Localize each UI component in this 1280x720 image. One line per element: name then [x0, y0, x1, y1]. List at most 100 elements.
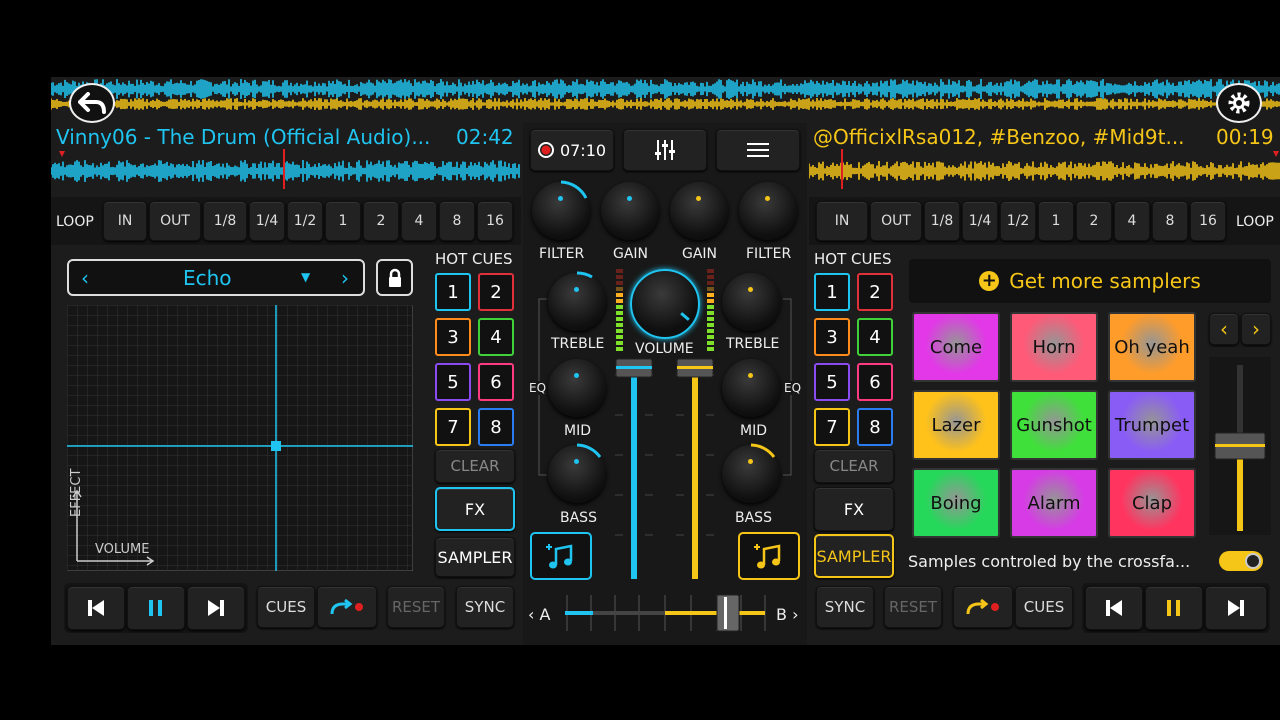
deck-b-hot-cue-5[interactable]: 5 — [814, 363, 850, 401]
deck-a-skip-back-button[interactable] — [67, 586, 125, 630]
sampler-prev-button[interactable]: ‹ — [1209, 313, 1239, 345]
deck-a-fx-button[interactable]: FX — [435, 487, 515, 531]
deck-a-loop-OUT-button[interactable]: OUT — [149, 201, 201, 241]
deck-a-loop-IN-button[interactable]: IN — [103, 201, 147, 241]
mid-b-knob[interactable] — [722, 359, 780, 417]
deck-a-loop-4-button[interactable]: 4 — [401, 201, 437, 241]
crossfader-control-toggle[interactable] — [1219, 551, 1263, 571]
deck-b-sync-button[interactable]: SYNC — [816, 586, 874, 628]
back-arrow-icon — [78, 92, 106, 114]
crossfader[interactable] — [561, 591, 771, 635]
deck-a-reset-button[interactable]: RESET — [387, 586, 445, 628]
filter-b-knob[interactable] — [739, 182, 797, 240]
master-volume-knob[interactable] — [630, 269, 700, 339]
filter-a-knob[interactable] — [532, 180, 590, 240]
deck-a-hot-cue-7[interactable]: 7 — [435, 408, 471, 446]
sampler-volume-slider[interactable] — [1209, 357, 1271, 535]
deck-b-fx-button[interactable]: FX — [814, 487, 894, 531]
bass-a-knob[interactable] — [548, 443, 606, 503]
chevron-left-icon[interactable]: ‹ — [81, 266, 89, 290]
sample-pad-horn[interactable]: Horn — [1010, 312, 1098, 382]
deck-a-hot-cue-8[interactable]: 8 — [478, 408, 514, 446]
chevron-right-icon[interactable]: › — [341, 266, 349, 290]
effect-lock-button[interactable] — [376, 259, 413, 296]
deck-a-hot-cue-4[interactable]: 4 — [478, 318, 514, 356]
gain-b-knob[interactable] — [670, 182, 728, 240]
deck-b-loop-8-button[interactable]: 8 — [1152, 201, 1188, 241]
treble-a-knob[interactable] — [548, 271, 606, 331]
deck-b-loop-1-4-button[interactable]: 1/4 — [962, 201, 998, 241]
settings-button[interactable] — [1216, 83, 1262, 123]
bass-b-knob[interactable] — [722, 443, 780, 503]
get-more-samplers-button[interactable]: + Get more samplers — [909, 259, 1271, 303]
deck-a-hot-cue-1[interactable]: 1 — [435, 273, 471, 311]
deck-a-hot-cue-3[interactable]: 3 — [435, 318, 471, 356]
deck-a-waveform[interactable] — [51, 149, 521, 189]
deck-b-loop-1-2-button[interactable]: 1/2 — [1000, 201, 1036, 241]
effect-selector[interactable]: ‹ Echo ▼ › — [67, 259, 365, 296]
gain-a-knob[interactable] — [601, 182, 659, 240]
deck-b-loop-4-button[interactable]: 4 — [1114, 201, 1150, 241]
deck-b-loop-2-button[interactable]: 2 — [1076, 201, 1112, 241]
deck-b-hot-cue-6[interactable]: 6 — [857, 363, 893, 401]
deck-a-loop-1-button[interactable]: 1 — [325, 201, 361, 241]
deck-b-waveform[interactable] — [809, 149, 1280, 189]
deck-b-sample-button[interactable] — [738, 532, 800, 580]
deck-b-hot-cue-4[interactable]: 4 — [857, 318, 893, 356]
deck-a-loop-8-button[interactable]: 8 — [439, 201, 475, 241]
sample-pad-boing[interactable]: Boing — [912, 468, 1000, 538]
sample-pad-lazer[interactable]: Lazer — [912, 390, 1000, 460]
deck-a-sampler-button[interactable]: SAMPLER — [435, 537, 515, 577]
deck-a-loop-1-8-button[interactable]: 1/8 — [203, 201, 247, 241]
deck-b-sampler-button[interactable]: SAMPLER — [814, 534, 894, 578]
sample-pad-alarm[interactable]: Alarm — [1010, 468, 1098, 538]
deck-a-loop-1-2-button[interactable]: 1/2 — [287, 201, 323, 241]
sampler-next-button[interactable]: › — [1241, 313, 1271, 345]
sample-pad-clap[interactable]: Clap — [1108, 468, 1196, 538]
overview-waveform[interactable] — [51, 77, 1280, 123]
treble-b-knob[interactable] — [722, 273, 780, 331]
deck-a-loop-record-button[interactable] — [317, 586, 377, 628]
sample-pad-trumpet[interactable]: Trumpet — [1108, 390, 1196, 460]
deck-a-loop-1-4-button[interactable]: 1/4 — [249, 201, 285, 241]
menu-button[interactable] — [716, 129, 800, 171]
deck-b-hot-cue-7[interactable]: 7 — [814, 408, 850, 446]
deck-a-sync-button[interactable]: SYNC — [456, 586, 514, 628]
deck-a-loop-2-button[interactable]: 2 — [363, 201, 399, 241]
deck-b-hot-cue-1[interactable]: 1 — [814, 273, 850, 311]
deck-a-pause-button[interactable] — [127, 586, 185, 630]
deck-b-loop-1-8-button[interactable]: 1/8 — [924, 201, 960, 241]
deck-b-hot-cue-8[interactable]: 8 — [857, 408, 893, 446]
deck-a-hot-cue-5[interactable]: 5 — [435, 363, 471, 401]
deck-b-loop-IN-button[interactable]: IN — [816, 201, 868, 241]
deck-b-pause-button[interactable] — [1145, 586, 1203, 630]
deck-b-loop-OUT-button[interactable]: OUT — [870, 201, 922, 241]
deck-a-hot-cue-6[interactable]: 6 — [478, 363, 514, 401]
deck-b-loop-16-button[interactable]: 16 — [1190, 201, 1226, 241]
equalizer-button[interactable] — [623, 129, 707, 171]
deck-b-reset-button[interactable]: RESET — [884, 586, 942, 628]
deck-a-hot-cue-2[interactable]: 2 — [478, 273, 514, 311]
deck-a-clear-button[interactable]: CLEAR — [435, 449, 515, 483]
effect-xy-pad[interactable] — [67, 305, 413, 571]
deck-b-hot-cue-3[interactable]: 3 — [814, 318, 850, 356]
sample-pad-come[interactable]: Come — [912, 312, 1000, 382]
deck-a-skip-forward-button[interactable] — [187, 586, 245, 630]
sample-pad-oh-yeah[interactable]: Oh yeah — [1108, 312, 1196, 382]
deck-b-clear-button[interactable]: CLEAR — [814, 449, 894, 483]
deck-b-skip-back-button[interactable] — [1085, 586, 1143, 630]
deck-a-cues-button[interactable]: CUES — [257, 586, 315, 628]
channel-fader-a[interactable] — [611, 355, 657, 581]
deck-a-sample-button[interactable] — [530, 532, 592, 580]
mid-a-knob[interactable] — [548, 359, 606, 417]
channel-fader-b[interactable] — [672, 355, 718, 581]
deck-a-loop-16-button[interactable]: 16 — [477, 201, 513, 241]
deck-b-loop-record-button[interactable] — [953, 586, 1013, 628]
sample-pad-gunshot[interactable]: Gunshot — [1010, 390, 1098, 460]
record-button[interactable]: 07:10 — [530, 129, 614, 171]
back-button[interactable] — [69, 83, 115, 123]
deck-b-hot-cue-2[interactable]: 2 — [857, 273, 893, 311]
deck-b-skip-forward-button[interactable] — [1205, 586, 1267, 630]
deck-b-loop-1-button[interactable]: 1 — [1038, 201, 1074, 241]
deck-b-cues-button[interactable]: CUES — [1015, 586, 1073, 628]
